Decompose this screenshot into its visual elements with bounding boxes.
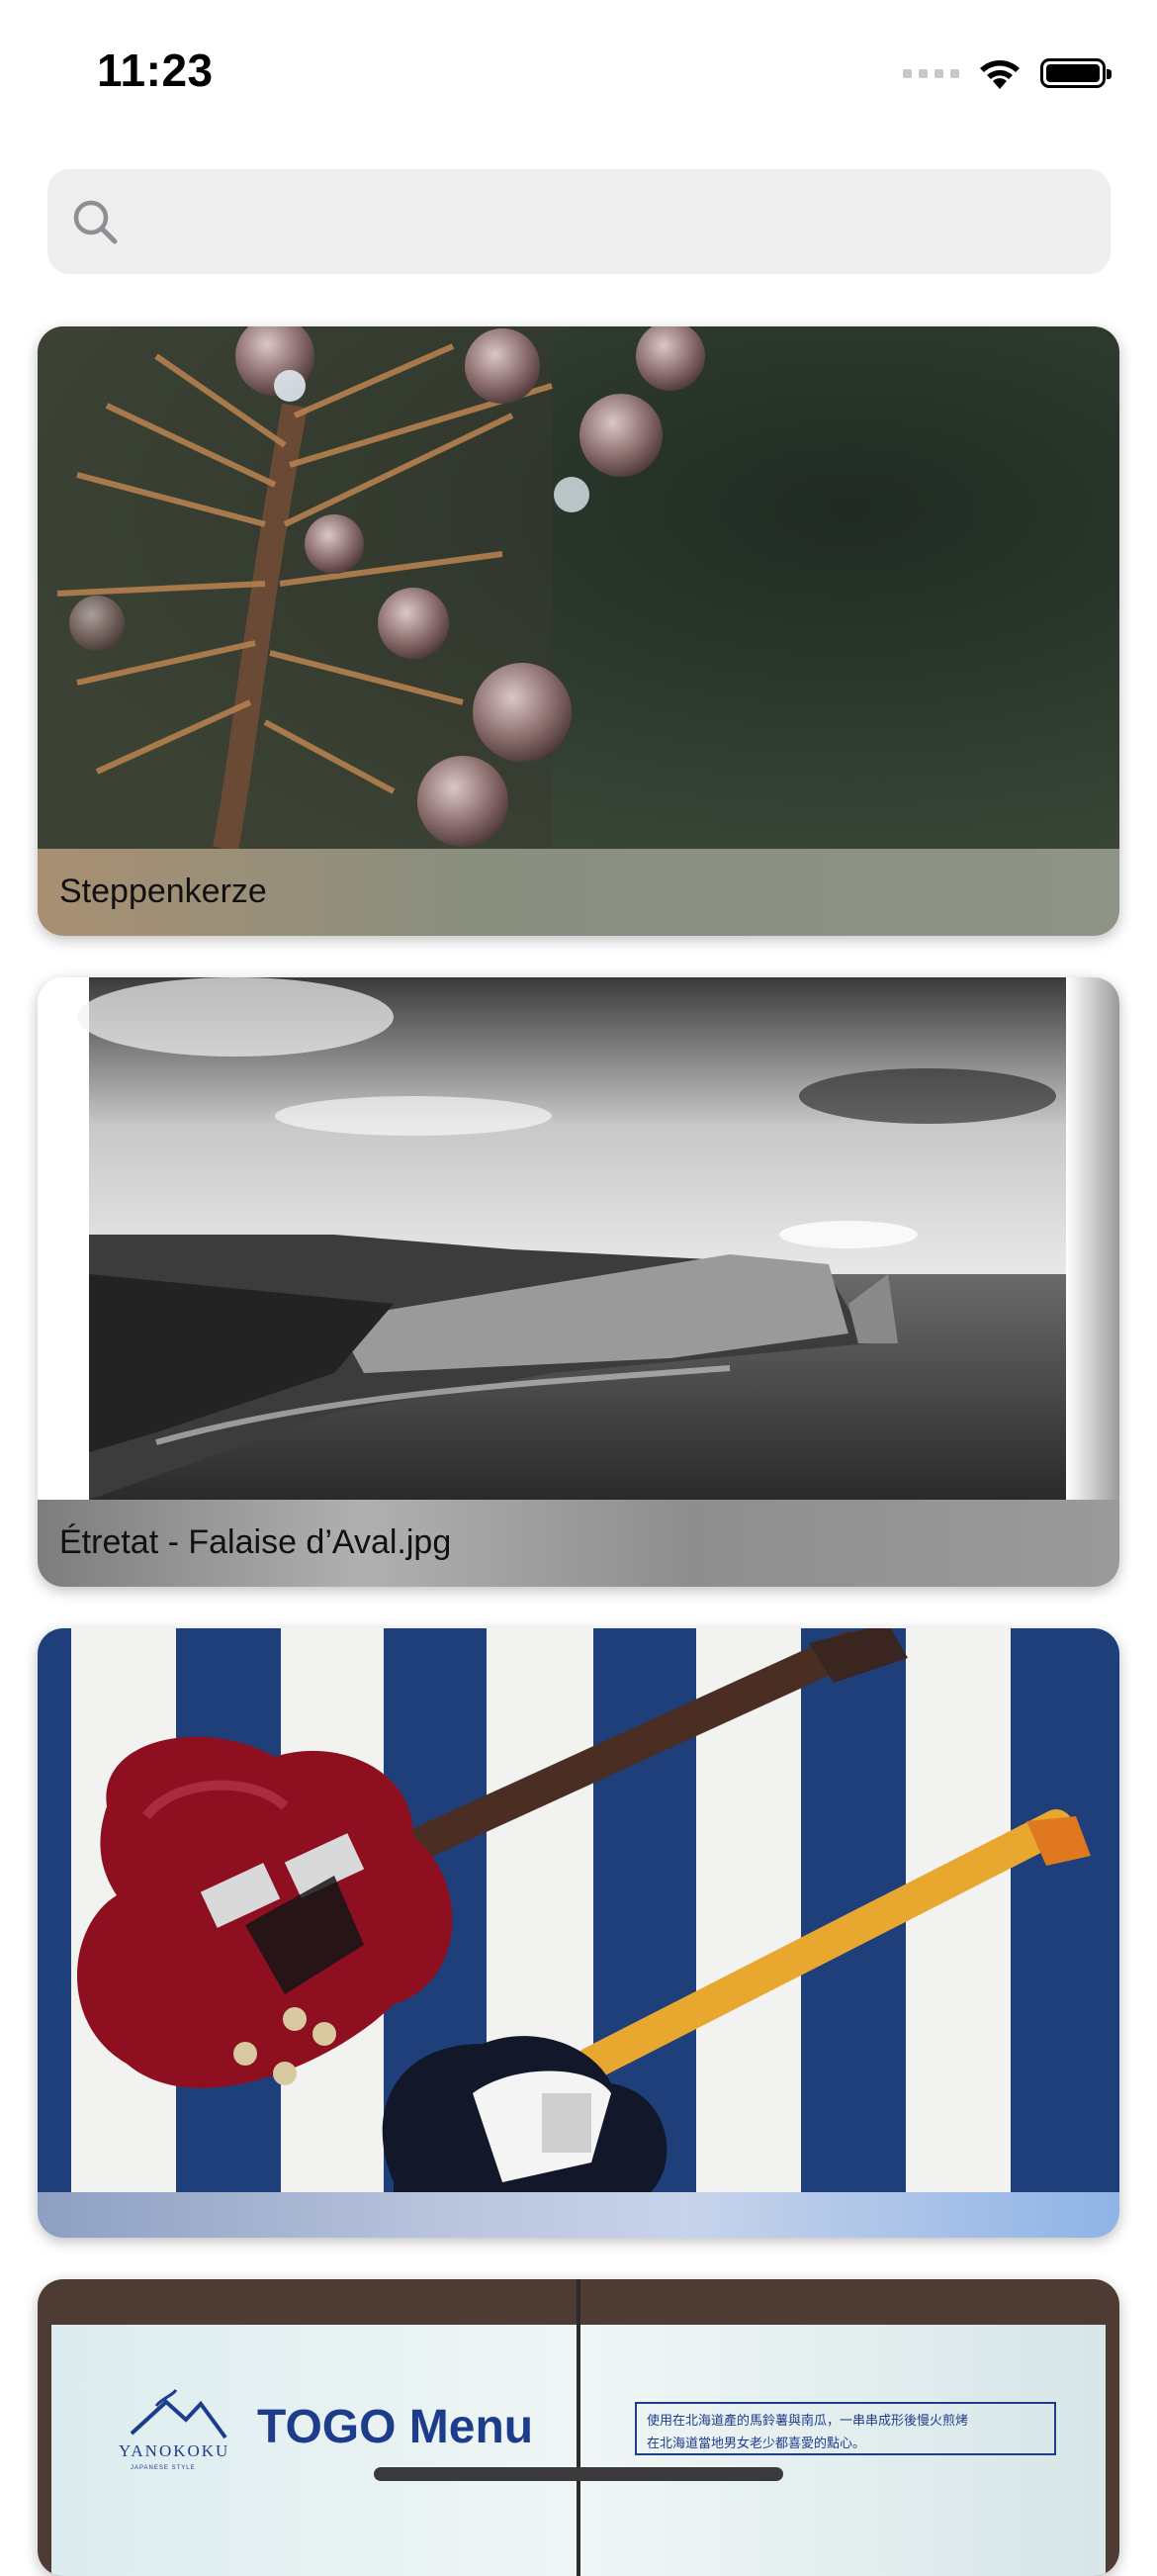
search-icon [73,200,118,244]
menu-sign-brand: YANOKOKU [119,2441,230,2460]
photo-card[interactable]: YANOKOKU JAPANESE STYLE TOGO Menu 使用在北海道… [38,2279,1119,2576]
card-photo: YANOKOKU JAPANESE STYLE TOGO Menu 使用在北海道… [38,2279,1119,2576]
status-icons [903,53,1112,93]
photo-card[interactable]: Steppenkerze [38,326,1119,936]
home-indicator[interactable] [374,2467,783,2481]
wifi-icon [980,60,1020,89]
caption-bar [38,2192,1119,2238]
search-input[interactable] [138,169,1092,276]
card-photo [38,1628,1119,2192]
card-photo [38,326,1119,849]
menu-sign-brand-sub: JAPANESE STYLE [131,2465,196,2471]
menu-sign-title: TOGO Menu [257,2401,534,2453]
menu-sign-notice: 使用在北海道產的馬鈴薯與南瓜，一串串成形後慢火煎烤 在北海道當地男女老少都喜愛的… [635,2402,1056,2455]
status-time: 11:23 [97,45,214,96]
card-caption: Steppenkerze [59,873,267,910]
caption-bar: Steppenkerze [38,849,1119,936]
cellular-signal-icon [903,68,959,78]
search-bar[interactable] [47,169,1111,276]
menu-sign-notice-line: 在北海道當地男女老少都喜愛的點心。 [647,2437,866,2451]
caption-bar: Étretat - Falaise d’Aval.jpg [38,1500,1119,1587]
battery-icon [1040,58,1112,88]
photo-card[interactable]: Étretat - Falaise d’Aval.jpg [38,977,1119,1587]
card-caption: Étretat - Falaise d’Aval.jpg [59,1523,452,1561]
menu-sign-notice-line: 使用在北海道產的馬鈴薯與南瓜，一串串成形後慢火煎烤 [647,2414,969,2429]
card-photo [38,977,1119,1500]
photo-card[interactable] [38,1628,1119,2238]
